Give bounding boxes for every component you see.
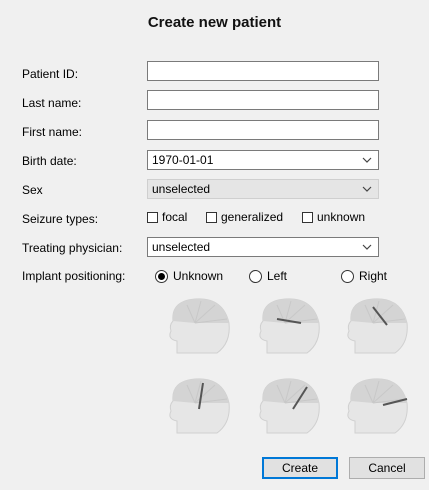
unknown-label: unknown <box>317 210 366 224</box>
head-diagram-icon <box>259 378 320 434</box>
checkbox-box[interactable] <box>147 211 158 223</box>
last-name-field[interactable] <box>147 90 379 110</box>
birth-date-label: Birth date: <box>22 154 77 168</box>
create-button[interactable]: Create <box>262 457 338 479</box>
generalized-checkbox[interactable]: generalized <box>206 210 283 224</box>
chevron-down-icon <box>362 244 372 250</box>
checkbox-box[interactable] <box>302 211 313 223</box>
chevron-down-icon <box>362 186 372 192</box>
cancel-button[interactable]: Cancel <box>349 457 425 479</box>
first-name-field[interactable] <box>147 120 379 140</box>
sex-value: unselected <box>152 182 211 196</box>
first-name-label: First name: <box>22 125 83 139</box>
patient-id-label: Patient ID: <box>22 67 79 81</box>
treating-physician-value: unselected <box>152 240 211 254</box>
radio-right[interactable]: Right <box>341 269 387 283</box>
treating-physician-select[interactable]: unselected <box>147 237 379 257</box>
head-diagram-icon <box>169 298 230 354</box>
radio-circle[interactable] <box>249 269 262 283</box>
radio-circle[interactable] <box>341 269 354 283</box>
dialog-title: Create new patient <box>147 14 282 31</box>
focal-label: focal <box>162 210 188 224</box>
last-name-label: Last name: <box>22 96 82 110</box>
focal-checkbox[interactable]: focal <box>147 210 187 224</box>
head-diagram-icon <box>347 378 408 434</box>
patient-id-field[interactable] <box>147 61 379 81</box>
sex-label: Sex <box>22 183 43 197</box>
head-diagram-icon <box>169 378 230 434</box>
unknown-checkbox[interactable]: unknown <box>302 210 365 224</box>
head-diagram-icon <box>347 298 408 354</box>
treating-physician-label: Treating physician: <box>22 241 123 255</box>
chevron-down-icon <box>362 157 372 163</box>
radio-unknown[interactable]: Unknown <box>155 269 223 283</box>
sex-select[interactable]: unselected <box>147 179 379 199</box>
generalized-label: generalized <box>221 210 284 224</box>
head-diagram-icon <box>259 298 320 354</box>
radio-left-label: Left <box>267 269 288 283</box>
radio-circle[interactable] <box>155 269 168 283</box>
birth-date-select[interactable]: 1970-01-01 <box>147 150 379 170</box>
seizure-types-label: Seizure types: <box>22 212 99 226</box>
radio-right-label: Right <box>359 269 388 283</box>
checkbox-box[interactable] <box>206 211 217 223</box>
implant-positioning-label: Implant positioning: <box>22 269 126 283</box>
birth-date-value: 1970-01-01 <box>152 153 214 167</box>
radio-unknown-label: Unknown <box>173 269 224 283</box>
radio-left[interactable]: Left <box>249 269 287 283</box>
